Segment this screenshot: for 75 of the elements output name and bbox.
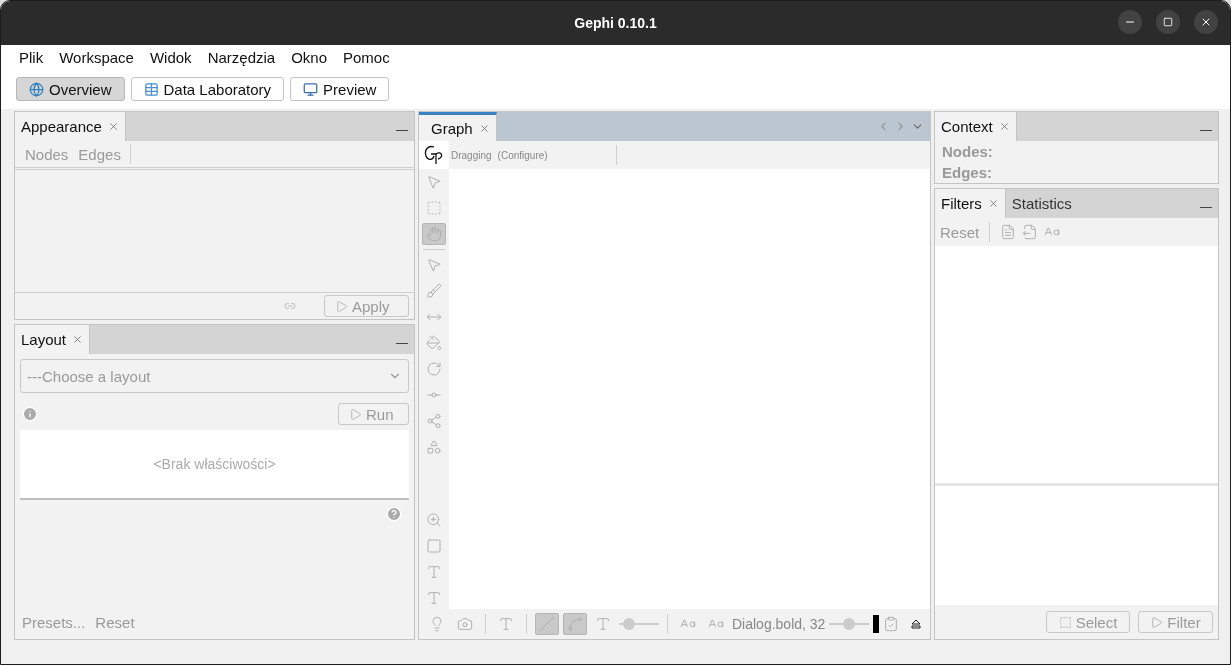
curve-icon [567, 616, 583, 632]
edge-add-icon [426, 413, 442, 429]
maximize-icon [1163, 17, 1173, 27]
close-icon[interactable] [72, 334, 84, 345]
menu-item[interactable]: Pomoc [335, 48, 398, 66]
menu-item[interactable]: Workspace [51, 48, 142, 66]
eject-icon[interactable] [911, 619, 922, 629]
minimize-icon[interactable] [396, 343, 408, 344]
maximize-button[interactable] [1156, 10, 1180, 34]
text-icon [426, 590, 442, 606]
pointer-icon [426, 257, 442, 273]
pointer-icon [426, 174, 442, 190]
zoom-icon [426, 512, 442, 528]
tool-mode-label: Dragging [451, 149, 492, 161]
shapes-icon [426, 439, 442, 455]
brush-icon [426, 283, 442, 299]
panel-tab[interactable]: Appearance [15, 112, 126, 141]
play-icon [1150, 615, 1164, 629]
globe-icon [29, 81, 44, 97]
tool-button[interactable] [563, 613, 587, 635]
minimize-icon[interactable] [396, 130, 408, 131]
perspective-tab[interactable]: Overview [16, 77, 125, 101]
panel-tab[interactable]: Filters [935, 189, 1006, 218]
paint-bucket-icon [426, 335, 442, 351]
menu-item[interactable]: Widok [141, 48, 200, 66]
square-icon [426, 538, 442, 554]
context-label: Nodes: [941, 142, 994, 162]
document-icon[interactable] [1000, 224, 1017, 240]
font-label: Dialog.bold, 32 [732, 616, 826, 632]
minimize-button[interactable] [1118, 10, 1142, 34]
window-title: Gephi 0.10.1 [574, 15, 657, 31]
color-swatch[interactable] [873, 615, 880, 633]
play-icon [349, 407, 362, 421]
close-icon [1200, 16, 1212, 28]
camera-icon [457, 616, 473, 632]
panel-tab[interactable]: Layout [15, 325, 91, 354]
panel-tab[interactable]: Graph [419, 112, 497, 141]
menu-item[interactable]: Okno [283, 48, 335, 66]
menu-item[interactable]: Narzędzia [199, 48, 284, 66]
clipboard-icon[interactable] [883, 616, 900, 632]
help-icon [386, 506, 402, 522]
info-icon [22, 406, 38, 422]
play-icon [335, 299, 348, 313]
close-icon[interactable] [107, 121, 119, 132]
edge-icon [539, 616, 555, 632]
selection-icon [1058, 615, 1072, 629]
close-button[interactable] [1194, 10, 1218, 34]
monitor-icon [303, 81, 319, 97]
dashed-rectangle-icon [426, 200, 442, 216]
menu-item[interactable]: Plik [11, 48, 52, 66]
perspective-tab[interactable]: Data Laboratory [130, 77, 285, 101]
text-icon [426, 564, 442, 580]
context-label: Edges: [941, 163, 993, 183]
minimize-icon[interactable] [1200, 130, 1212, 131]
export-icon[interactable] [1022, 224, 1039, 240]
properties-text: <Brak właściwości> [20, 430, 409, 500]
text-icon [595, 616, 611, 632]
tool-button[interactable] [422, 223, 446, 245]
slider-thumb[interactable] [843, 618, 856, 630]
slider-thumb[interactable] [623, 618, 636, 630]
graph-canvas[interactable] [449, 169, 930, 609]
close-icon[interactable] [987, 198, 999, 209]
table-icon [143, 81, 159, 97]
rotate-icon [426, 361, 442, 377]
minimize-icon[interactable] [1200, 207, 1212, 208]
lightbulb-icon [429, 616, 445, 632]
tool-button[interactable] [535, 613, 559, 635]
panel-tab[interactable]: Context [935, 112, 1017, 141]
hand-icon [426, 226, 442, 242]
close-icon[interactable] [998, 121, 1010, 132]
link-icon [284, 300, 296, 312]
text-icon [498, 616, 514, 632]
perspective-tab[interactable]: Preview [290, 77, 390, 101]
close-icon[interactable] [478, 122, 490, 134]
panel-tab[interactable]: Statistics [1005, 189, 1078, 218]
